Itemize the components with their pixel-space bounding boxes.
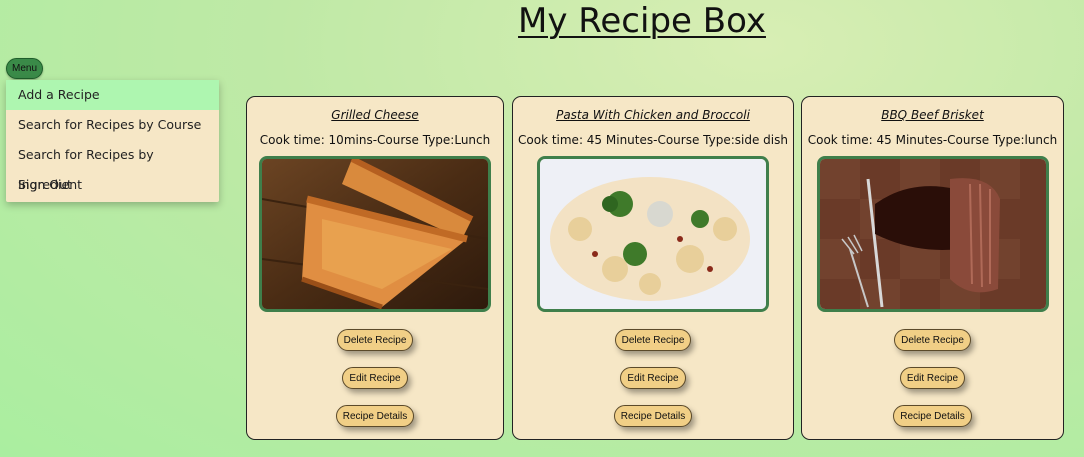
dropdown-menu: Add a Recipe Search for Recipes by Cours… [6,80,219,202]
pasta-photo [537,156,769,312]
recipe-card: BBQ Beef Brisket Cook time: 45 Minutes-C… [801,96,1064,440]
recipe-title: Grilled Cheese [331,108,419,122]
menu-item-search-by-course[interactable]: Search for Recipes by Course [6,110,219,140]
edit-recipe-button[interactable]: Edit Recipe [620,367,686,389]
page-title: My Recipe Box [518,1,766,41]
edit-recipe-button[interactable]: Edit Recipe [342,367,408,389]
recipe-details-button[interactable]: Recipe Details [335,405,415,427]
menu-item-search-by-ingredient[interactable]: Search for Recipes by Ingredient [6,140,219,192]
grilled-cheese-photo [259,156,491,312]
delete-recipe-button[interactable]: Delete Recipe [336,329,414,351]
page-header: My Recipe Box [198,0,1084,42]
edit-recipe-button[interactable]: Edit Recipe [899,367,966,389]
recipe-meta: Cook time: 10mins-Course Type:Lunch [259,133,491,147]
delete-recipe-button[interactable]: Delete Recipe [614,329,692,351]
menu-button[interactable]: Menu [6,58,43,79]
delete-recipe-button[interactable]: Delete Recipe [894,329,971,351]
menu-item-add-recipe[interactable]: Add a Recipe [6,80,219,110]
recipe-title: BBQ Beef Brisket [881,108,984,122]
recipe-meta: Cook time: 45 Minutes-Course Type:lunch [807,133,1058,147]
recipe-meta: Cook time: 45 Minutes-Course Type:side d… [518,133,788,147]
recipe-card: Pasta With Chicken and Broccoli Cook tim… [512,96,794,440]
menu-item-sign-out[interactable]: Sign Out [6,170,219,200]
recipe-details-button[interactable]: Recipe Details [613,405,693,427]
recipe-card: Grilled Cheese Cook time: 10mins-Course … [246,96,504,440]
recipe-title: Pasta With Chicken and Broccoli [556,108,750,122]
brisket-photo [816,156,1049,312]
recipe-details-button[interactable]: Recipe Details [893,405,972,427]
